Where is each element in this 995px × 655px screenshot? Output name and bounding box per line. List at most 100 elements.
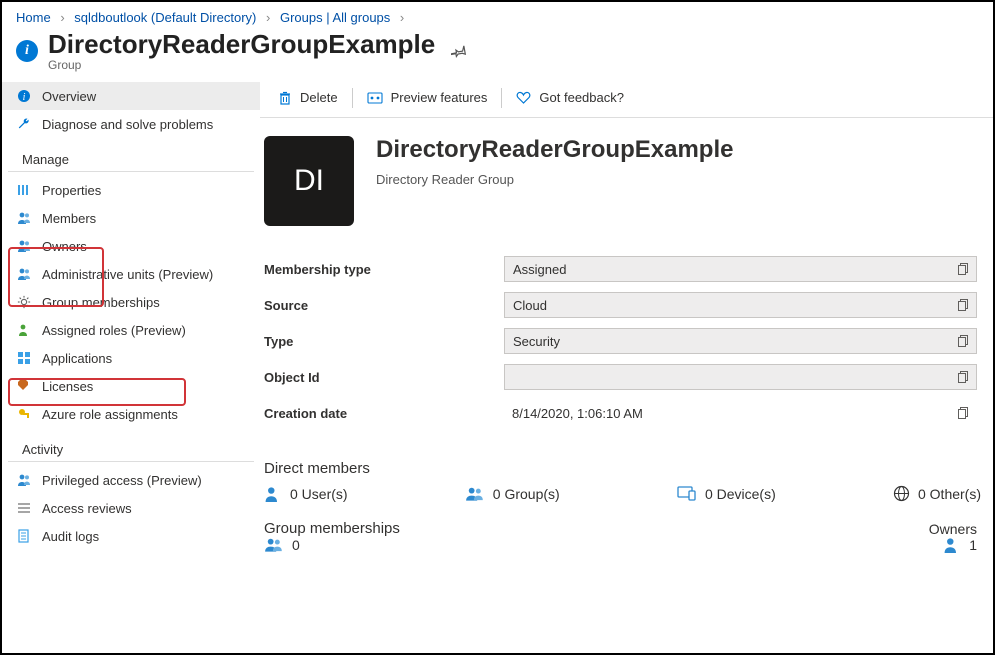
sidebar-item-label: Assigned roles (Preview) <box>42 323 186 338</box>
direct-members-heading: Direct members <box>264 460 989 477</box>
sidebar-item-applications[interactable]: Applications <box>2 344 260 372</box>
sidebar-item-properties[interactable]: Properties <box>2 176 260 204</box>
sidebar-item-label: Azure role assignments <box>42 407 178 422</box>
delete-button[interactable]: Delete <box>264 86 352 109</box>
copy-icon[interactable] <box>952 365 976 389</box>
pin-icon[interactable] <box>451 43 467 59</box>
sidebar-item-label: Group memberships <box>42 295 160 310</box>
copy-icon[interactable] <box>952 257 976 281</box>
stat-group-memberships[interactable]: 0 <box>264 537 300 553</box>
sidebar-item-owners[interactable]: Owners <box>2 232 260 260</box>
breadcrumb-item-groups[interactable]: Groups | All groups <box>280 10 390 25</box>
breadcrumb-item-home[interactable]: Home <box>16 10 51 25</box>
sidebar-item-members[interactable]: Members <box>2 204 260 232</box>
stat-devices[interactable]: 0 Device(s) <box>677 485 776 502</box>
feedback-button[interactable]: Got feedback? <box>502 86 638 109</box>
preview-features-button[interactable]: Preview features <box>353 86 502 109</box>
page-header: i DirectoryReaderGroupExample Group <box>2 29 993 78</box>
stat-value: 0 Other(s) <box>918 486 981 502</box>
chevron-right-icon: › <box>60 10 64 25</box>
stat-users[interactable]: 0 User(s) <box>264 485 348 502</box>
type-field[interactable] <box>504 328 977 354</box>
stat-others[interactable]: 0 Other(s) <box>893 485 981 502</box>
owners-heading: Owners <box>929 521 993 537</box>
info-icon: i <box>16 40 38 62</box>
source-field[interactable] <box>504 292 977 318</box>
breadcrumb-item-directory[interactable]: sqldboutlook (Default Directory) <box>74 10 256 25</box>
license-icon <box>16 378 32 394</box>
sidebar-item-licenses[interactable]: Licenses <box>2 372 260 400</box>
sidebar-item-label: Audit logs <box>42 529 99 544</box>
membership-type-field[interactable] <box>504 256 977 282</box>
log-icon <box>16 528 32 544</box>
main-content: Delete Preview features Got feedback? <box>260 78 993 643</box>
sidebar-item-label: Owners <box>42 239 87 254</box>
stat-value: 0 Device(s) <box>705 486 776 502</box>
gear-icon <box>16 294 32 310</box>
creation-date-field[interactable]: 8/14/2020, 1:06:10 AM <box>504 400 977 426</box>
toolbar-label: Preview features <box>391 90 488 105</box>
heart-icon <box>516 91 531 105</box>
people-icon <box>16 210 32 226</box>
sidebar-heading-activity: Activity <box>8 432 254 462</box>
prop-label-membership-type: Membership type <box>264 262 504 277</box>
key-icon <box>16 406 32 422</box>
sidebar-heading-manage: Manage <box>8 142 254 172</box>
entity-description: Directory Reader Group <box>376 172 733 187</box>
sidebar-item-group-memberships[interactable]: Group memberships <box>2 288 260 316</box>
sidebar-item-label: Privileged access (Preview) <box>42 473 202 488</box>
people-icon <box>16 266 32 282</box>
sidebar-item-diagnose[interactable]: Diagnose and solve problems <box>2 110 260 138</box>
stat-value: 0 User(s) <box>290 486 348 502</box>
prop-label-object-id: Object Id <box>264 370 504 385</box>
info-icon: i <box>16 88 32 104</box>
people-icon <box>264 537 284 553</box>
stat-value: 1 <box>969 537 977 553</box>
copy-icon[interactable] <box>952 401 976 425</box>
chevron-right-icon: › <box>266 10 270 25</box>
breadcrumb: Home › sqldboutlook (Default Directory) … <box>2 2 993 29</box>
stat-value: 0 <box>292 537 300 553</box>
sidebar-item-overview[interactable]: i Overview <box>2 82 260 110</box>
prop-label-source: Source <box>264 298 504 313</box>
sidebar-item-label: Members <box>42 211 96 226</box>
sidebar-item-privileged[interactable]: Privileged access (Preview) <box>2 466 260 494</box>
sidebar-item-label: Applications <box>42 351 112 366</box>
preview-icon <box>367 91 383 105</box>
prop-label-type: Type <box>264 334 504 349</box>
sidebar-item-audit-logs[interactable]: Audit logs <box>2 522 260 550</box>
direct-members-stats: 0 User(s) 0 Group(s) 0 Device(s) <box>260 485 993 506</box>
stat-groups[interactable]: 0 Group(s) <box>465 485 560 502</box>
sidebar-item-label: Overview <box>42 89 96 104</box>
properties-section: Membership type Source <box>260 242 993 440</box>
sidebar-item-assigned-roles[interactable]: Assigned roles (Preview) <box>2 316 260 344</box>
sidebar-item-label: Licenses <box>42 379 93 394</box>
page-subtitle: Group <box>48 58 435 72</box>
trash-icon <box>278 91 292 105</box>
globe-icon <box>893 485 910 502</box>
page-title: DirectoryReaderGroupExample <box>48 29 435 60</box>
stat-owners[interactable]: 1 <box>943 537 977 553</box>
people-icon <box>465 486 485 502</box>
sidebar-item-azure-roles[interactable]: Azure role assignments <box>2 400 260 428</box>
sidebar-item-label: Properties <box>42 183 101 198</box>
entity-name: DirectoryReaderGroupExample <box>376 136 733 164</box>
person-check-icon <box>16 322 32 338</box>
toolbar-label: Got feedback? <box>539 90 624 105</box>
copy-icon[interactable] <box>952 293 976 317</box>
person-icon <box>264 486 282 502</box>
sidebar-item-access-reviews[interactable]: Access reviews <box>2 494 260 522</box>
stat-value: 0 Group(s) <box>493 486 560 502</box>
object-id-field[interactable] <box>504 364 977 390</box>
sidebar-item-admin-units[interactable]: Administrative units (Preview) <box>2 260 260 288</box>
entity-tile: DI <box>264 136 354 226</box>
copy-icon[interactable] <box>952 329 976 353</box>
wrench-icon <box>16 116 32 132</box>
entity-summary: DI DirectoryReaderGroupExample Directory… <box>260 118 993 242</box>
list-icon <box>16 500 32 516</box>
sidebar: « i Overview Diagnose and solve problems… <box>2 78 260 643</box>
svg-text:i: i <box>23 92 26 103</box>
people-icon <box>16 472 32 488</box>
properties-icon <box>16 182 32 198</box>
sidebar-item-label: Diagnose and solve problems <box>42 117 213 132</box>
